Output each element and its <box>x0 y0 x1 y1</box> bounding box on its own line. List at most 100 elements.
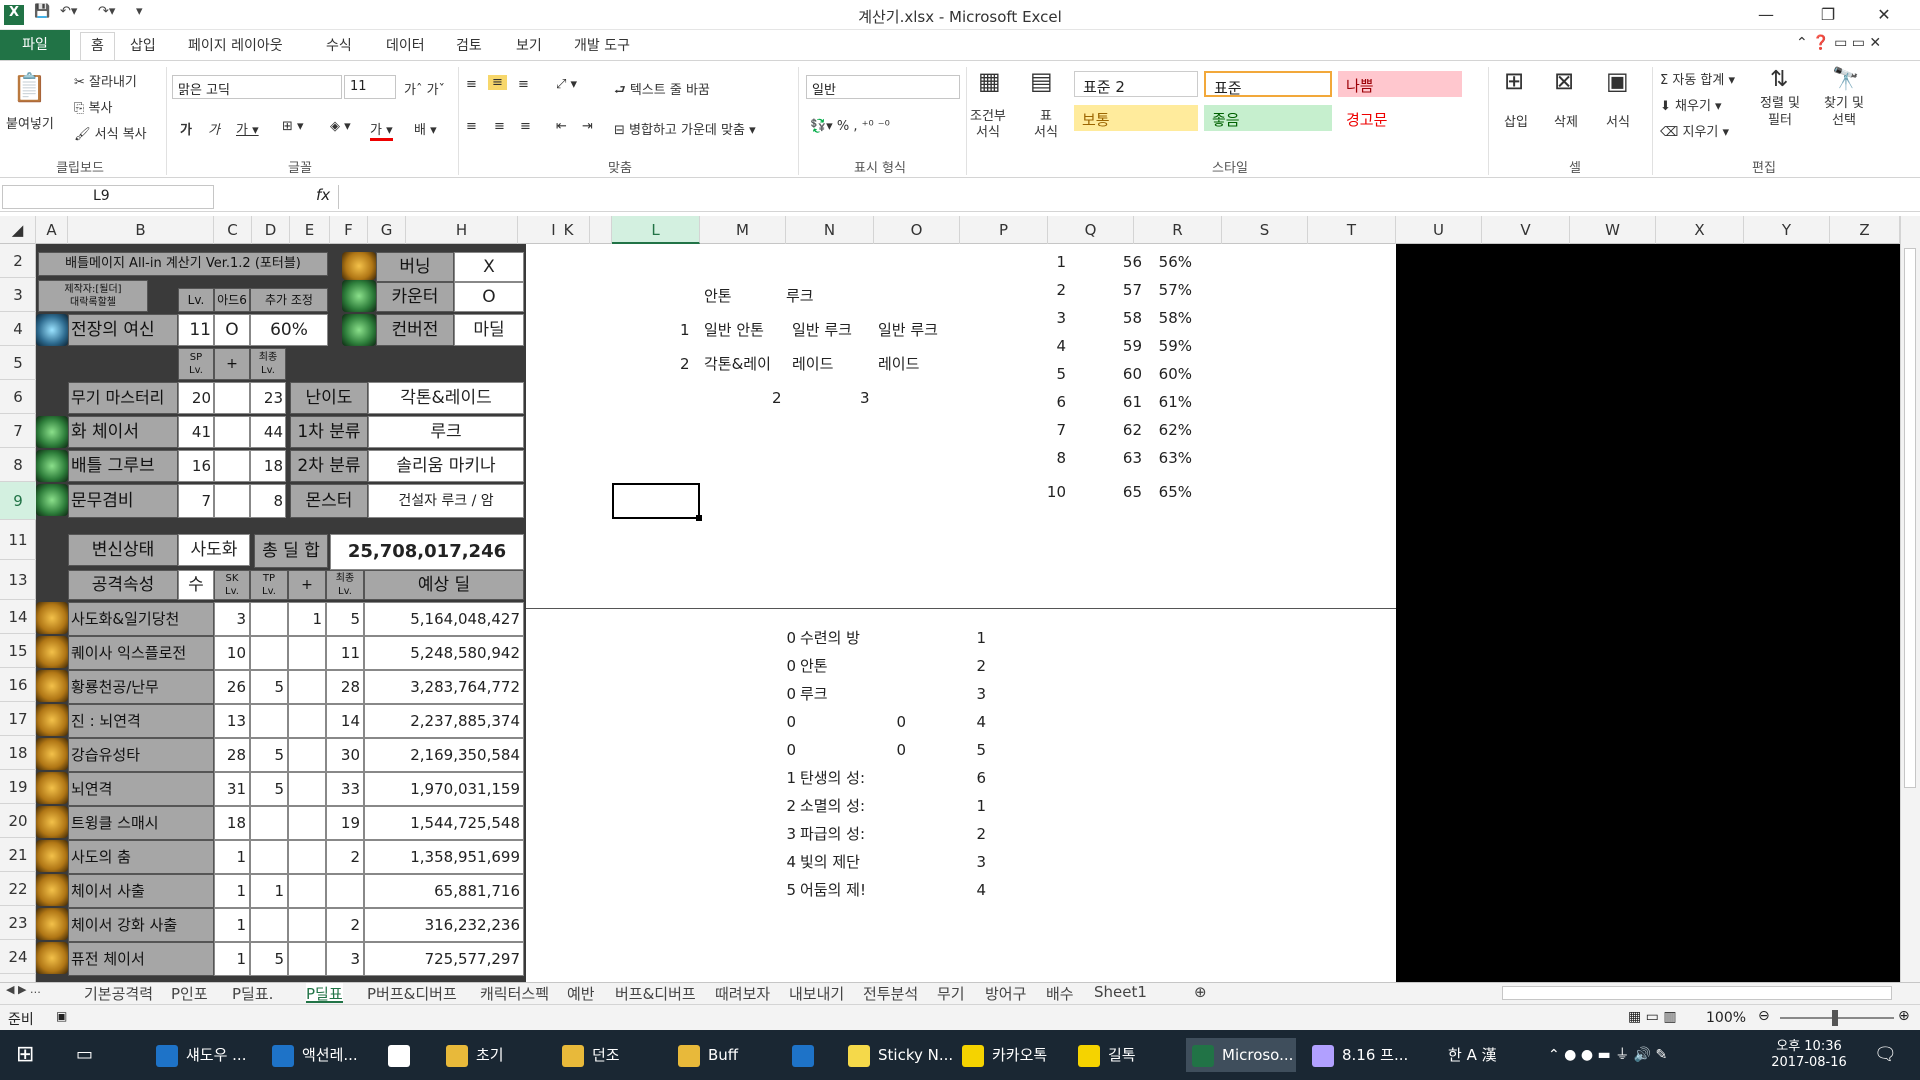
notification-icon[interactable]: 🗨 <box>1874 1038 1897 1072</box>
paste-button[interactable]: 붙여넣기 <box>6 113 54 132</box>
cut-button[interactable]: ✂ 잘라내기 <box>74 71 137 90</box>
skill-lv[interactable]: 16 <box>178 450 214 482</box>
col-header-u[interactable]: U <box>1396 216 1482 244</box>
col-header-f[interactable]: F <box>330 216 368 244</box>
cell-m3[interactable]: 루크 <box>786 280 814 312</box>
cell-l4[interactable]: 일반 안톤 <box>704 314 764 346</box>
sheet-nav-icon[interactable]: ◀ ▶ … <box>6 983 41 1003</box>
cell-m5[interactable]: 레이드 <box>792 348 833 380</box>
row-header[interactable]: 22 <box>0 872 36 906</box>
fill-color-icon[interactable]: ◈ ▾ <box>330 119 351 134</box>
cell-k-list[interactable]: 5 <box>776 874 796 906</box>
tab-file[interactable]: 파일 <box>0 30 70 60</box>
zoom-slider-handle[interactable] <box>1832 1010 1838 1026</box>
worksheet-grid[interactable]: 배틀메이지 All-in 계산기 Ver.1.2 (포터블) 버닝 X 제작자:… <box>36 244 1900 982</box>
cell-l-list[interactable]: 어둠의 제! <box>800 874 890 906</box>
align-top-icon[interactable]: ≡ <box>466 77 477 92</box>
skill-tp-lv[interactable] <box>250 636 288 670</box>
ime-indicator[interactable]: 한 A 漢 <box>1448 1038 1497 1072</box>
sheet-tab[interactable]: 배수 <box>1046 983 1074 1003</box>
sheet-tab[interactable]: 전투분석 <box>863 983 918 1003</box>
border-icon[interactable]: ⊞ ▾ <box>282 119 304 134</box>
row-header[interactable]: 6 <box>0 380 36 414</box>
skill-lv[interactable]: 20 <box>178 382 214 414</box>
indent-increase-icon[interactable]: ⇥ <box>582 119 593 134</box>
style-warning[interactable]: 경고문 <box>1338 105 1462 131</box>
style-good[interactable]: 좋음 <box>1204 105 1332 131</box>
close-icon[interactable]: ✕ <box>1862 2 1906 28</box>
skill-tp-lv[interactable] <box>250 704 288 738</box>
col-header-n[interactable]: N <box>786 216 874 244</box>
skill-tp-lv[interactable] <box>250 806 288 840</box>
select-all-corner[interactable]: ◢ <box>0 216 36 244</box>
tab-page-layout[interactable]: 페이지 레이아웃 <box>184 35 287 55</box>
col-header-v[interactable]: V <box>1482 216 1570 244</box>
skill-lv[interactable]: 7 <box>178 484 214 518</box>
font-color-icon[interactable]: 가 ▾ <box>370 119 393 141</box>
sheet-tab[interactable]: P딜표 <box>306 983 343 1003</box>
skill-plus[interactable] <box>214 416 250 448</box>
phonetic-icon[interactable]: 배 ▾ <box>414 119 437 138</box>
col-header-m[interactable]: M <box>700 216 786 244</box>
col-header-h[interactable]: H <box>406 216 518 244</box>
help-icon[interactable]: ⌃ ❓ ▭ ▭ ✕ <box>1792 35 1885 51</box>
conditional-format-icon[interactable]: ▦ <box>978 67 1001 95</box>
col-header-y[interactable]: Y <box>1744 216 1830 244</box>
conversion-value[interactable]: 마딜 <box>454 314 524 346</box>
tab-review[interactable]: 검토 <box>452 35 486 55</box>
cell-n5[interactable]: 레이드 <box>878 348 919 380</box>
row-header[interactable]: 15 <box>0 634 36 668</box>
col-header-w[interactable]: W <box>1570 216 1656 244</box>
wrap-text-button[interactable]: ⮐ 텍스트 줄 바꿈 <box>614 79 710 103</box>
align-bottom-icon[interactable]: ≡ <box>518 77 529 92</box>
col-header-q[interactable]: Q <box>1048 216 1134 244</box>
grow-font-icon[interactable]: 가ˆ 가ˇ <box>404 79 445 98</box>
fill-button[interactable]: ⬇ 채우기 ▾ <box>1660 95 1722 114</box>
fx-icon[interactable]: fx <box>316 186 330 204</box>
sheet-tab[interactable]: 무기 <box>937 983 965 1003</box>
col-header-e[interactable]: E <box>290 216 330 244</box>
cell-q-value[interactable]: 65 <box>1084 476 1142 508</box>
windows-start-icon[interactable]: ⊞ <box>16 1038 34 1072</box>
col-header-z[interactable]: Z <box>1830 216 1900 244</box>
tray-icons[interactable]: ⌃ ● ● ▬ ⏚ 🔊 ✎ <box>1548 1038 1667 1072</box>
cell-r-value[interactable]: 65% <box>1142 476 1192 508</box>
zoom-out-icon[interactable]: ⊖ <box>1758 1008 1770 1024</box>
zoom-in-icon[interactable]: ⊕ <box>1898 1008 1910 1024</box>
skill-plus[interactable] <box>214 382 250 414</box>
skill-sk-lv[interactable]: 28 <box>214 738 250 772</box>
skill-tp-lv[interactable]: 5 <box>250 670 288 704</box>
skill-tp-lv[interactable]: 5 <box>250 772 288 806</box>
transform-value[interactable]: 사도화 <box>178 534 250 566</box>
orientation-icon[interactable]: ⤢ ▾ <box>556 77 577 92</box>
col-header-b[interactable]: B <box>68 216 214 244</box>
sheet-tab[interactable]: 버프&디버프 <box>615 983 696 1003</box>
insert-cells-icon[interactable]: ⊞ <box>1504 67 1524 95</box>
skill-sk-lv[interactable]: 13 <box>214 704 250 738</box>
row-header[interactable]: 3 <box>0 278 36 312</box>
taskbar-item[interactable]: 던조 <box>556 1038 666 1072</box>
sheet-tab[interactable]: P버프&디버프 <box>367 983 457 1003</box>
paste-icon[interactable]: 📋 <box>12 71 47 104</box>
taskbar-item[interactable] <box>786 1038 834 1072</box>
taskbar-item[interactable]: 섀도우 ... <box>150 1038 260 1072</box>
find-select-button[interactable]: 찾기 및 선택 <box>1824 95 1864 129</box>
cell-p-list[interactable]: 4 <box>936 874 986 906</box>
skill-sk-lv[interactable]: 18 <box>214 806 250 840</box>
tab-formulas[interactable]: 수식 <box>322 35 356 55</box>
row-header[interactable]: 4 <box>0 312 36 346</box>
col-header-x[interactable]: X <box>1656 216 1744 244</box>
skill-tp-lv[interactable] <box>250 840 288 874</box>
clock-date[interactable]: 2017-08-16 <box>1764 1055 1854 1070</box>
font-size-select[interactable]: 11 <box>344 75 396 99</box>
add-sheet-icon[interactable]: ⊕ <box>1194 983 1207 1003</box>
skill-plus[interactable] <box>214 484 250 518</box>
taskbar-item[interactable]: 카카오톡 <box>956 1038 1066 1072</box>
style-standard-2[interactable]: 표준 2 <box>1074 71 1198 97</box>
fill-handle[interactable] <box>696 515 702 521</box>
col-header-o[interactable]: O <box>874 216 960 244</box>
row-header[interactable]: 17 <box>0 702 36 736</box>
row-header[interactable]: 24 <box>0 940 36 974</box>
tab-insert[interactable]: 삽입 <box>126 35 160 55</box>
skill-plus[interactable] <box>288 636 326 670</box>
